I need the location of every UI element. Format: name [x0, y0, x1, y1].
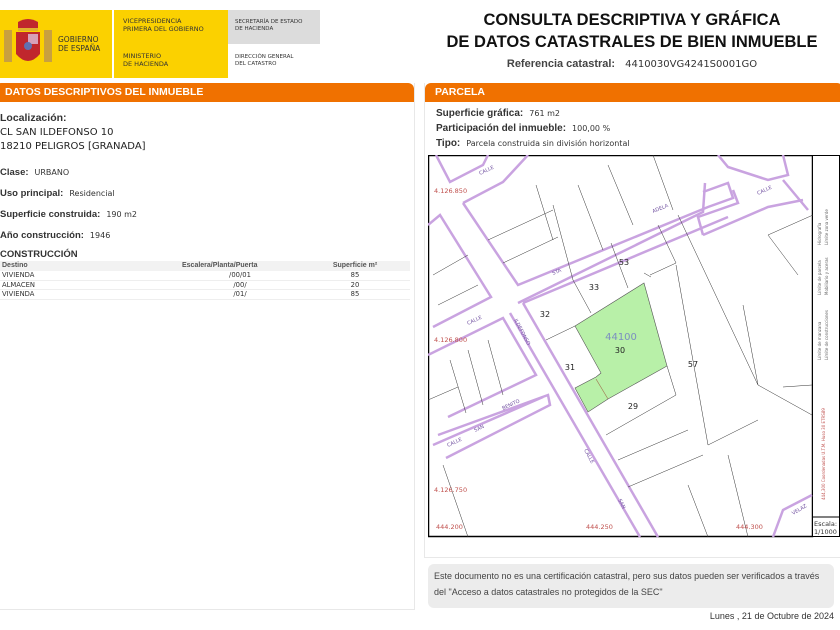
legend-item: Mobiliario y aceras — [824, 257, 829, 295]
col-destino: Destino — [2, 262, 28, 270]
title-line1: CONSULTA DESCRIPTIVA Y GRÁFICA — [483, 11, 781, 29]
legend-item: Límite de manzana — [817, 321, 822, 360]
scale-label: Escala: — [814, 520, 837, 528]
cell-superficie: 20 — [350, 280, 360, 289]
min-line2: DE HACIENDA — [123, 60, 169, 68]
legend-item: Hidrografía — [817, 222, 822, 245]
cell-escalera: /00/01 — [229, 271, 251, 279]
document-date: Lunes , 21 de Octubre de 2024 — [709, 611, 834, 621]
parcel-number: 53 — [619, 258, 629, 267]
table-row: VIVIENDA /00/01 85 — [0, 271, 410, 280]
cadastral-map[interactable]: 53 33 32 30 31 29 57 44100 CALLE ADELA S… — [428, 155, 840, 538]
table-row: VIVIENDA /01/ 85 — [0, 290, 410, 299]
gov-line2: DE ESPAÑA — [58, 44, 101, 53]
disclaimer-note: Este documento no es una certificación c… — [428, 564, 834, 608]
clase-label: Clase: — [0, 167, 29, 178]
sup-label: Superficie construida: — [0, 209, 101, 220]
parc-part-value: 100,00 % — [572, 124, 611, 133]
legend-item: Límite de parcela — [817, 260, 822, 295]
loc-line2: 18210 PELIGROS [GRANADA] — [0, 141, 146, 152]
min-line1: MINISTERIO — [123, 52, 162, 60]
ref-value: 4410030VG4241S0001GO — [625, 59, 758, 70]
cell-escalera: /01/ — [233, 290, 247, 299]
logo-divider — [112, 10, 114, 78]
coord-y: 4.126.850 — [434, 187, 467, 195]
col-escalera: Escalera/Planta/Puerta — [182, 262, 258, 270]
sup-value: 190 m2 — [106, 210, 138, 219]
cell-escalera: /00/ — [233, 280, 247, 289]
manzana-number: 44100 — [605, 332, 637, 343]
cell-destino: VIVIENDA — [2, 271, 35, 279]
coat-of-arms-icon — [4, 19, 52, 62]
parcel-number: 31 — [565, 363, 575, 372]
sec-line1: SECRETARÍA DE ESTADO — [235, 19, 303, 25]
parcel-number: 29 — [628, 402, 638, 411]
uso-label: Uso principal: — [0, 188, 64, 199]
title-line2: DE DATOS CATASTRALES DE BIEN INMUEBLE — [446, 33, 818, 51]
uso-value: Residencial — [69, 189, 115, 198]
legend-item: Límite zona verde — [824, 209, 829, 245]
col-superficie: Superficie m² — [332, 262, 378, 270]
sec-line2: DE HACIENDA — [235, 26, 274, 32]
scale-value: 1/1000 — [814, 528, 837, 536]
parc-part-label: Participación del inmueble: — [436, 123, 567, 134]
gov-line1: GOBIERNO — [58, 35, 99, 44]
dir-line1: DIRECCIÓN GENERAL — [235, 54, 294, 60]
parcel-number: 32 — [540, 310, 550, 319]
coord-x: 444.250 — [586, 523, 613, 531]
table-row: ALMACEN /00/ 20 — [0, 280, 410, 290]
table-header-row: Destino Escalera/Planta/Puerta Superfici… — [0, 261, 410, 271]
coord-x: 444.300 — [736, 523, 763, 531]
dir-line2: DEL CATASTRO — [235, 61, 277, 67]
parc-tipo-value: Parcela construida sin división horizont… — [466, 139, 630, 148]
clase-value: URBANO — [34, 168, 70, 177]
legend-item: Límite de construcciones — [824, 310, 829, 360]
loc-line1: CL SAN ILDEFONSO 10 — [0, 127, 114, 138]
referencia-catastral: Referencia catastral: 4410030VG4241S0001G… — [424, 58, 840, 70]
construccion-heading: CONSTRUCCIÓN — [0, 249, 78, 260]
cell-destino: VIVIENDA — [2, 290, 35, 299]
anio-label: Año construcción: — [0, 230, 84, 241]
coord-y: 4.126.800 — [434, 336, 467, 344]
vice-line1: VICEPRESIDENCIA — [123, 17, 182, 25]
loc-label: Localización: — [0, 112, 67, 124]
coord-y: 4.126.750 — [434, 486, 467, 494]
construccion-table: Destino Escalera/Planta/Puerta Superfici… — [0, 261, 410, 300]
cell-superficie: 85 — [350, 271, 360, 279]
parcela-heading: PARCELA — [425, 83, 840, 102]
ref-label: Referencia catastral: — [506, 58, 616, 70]
descriptivos-heading: DATOS DESCRIPTIVOS DEL INMUEBLE — [0, 83, 414, 102]
cell-superficie: 85 — [350, 290, 360, 299]
parc-tipo-label: Tipo: — [436, 138, 461, 149]
cell-destino: ALMACEN — [2, 280, 35, 289]
vice-line2: PRIMERA DEL GOBIERNO — [123, 25, 204, 33]
legend-coord-note: 444,300 Coordenadas U.T.M. Huso 30 ETRS8… — [821, 408, 826, 500]
parc-sup-value: 761 m2 — [529, 109, 560, 118]
page-title: CONSULTA DESCRIPTIVA Y GRÁFICA DE DATOS … — [424, 9, 840, 53]
anio-value: 1946 — [89, 231, 111, 240]
parc-sup-label: Superficie gráfica: — [436, 108, 524, 119]
parcel-number: 57 — [688, 360, 698, 369]
parcel-number: 30 — [615, 346, 625, 355]
coord-x: 444.200 — [436, 523, 463, 531]
parcela-info: Superficie gráfica: 761 m2 Participación … — [436, 104, 630, 149]
parcel-number: 33 — [589, 283, 599, 292]
